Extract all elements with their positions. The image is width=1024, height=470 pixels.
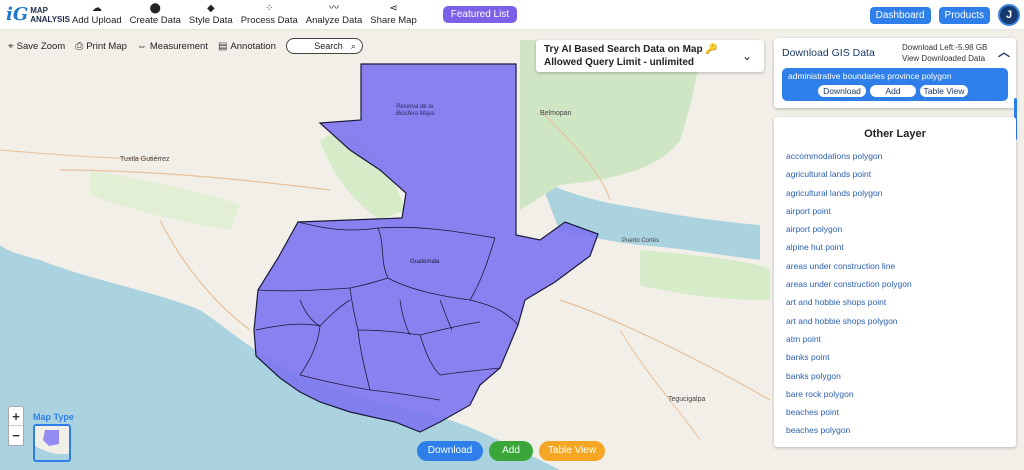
map-pin-icon: ⬤: [149, 3, 161, 14]
map-label-reserva: Reserva de la Biosfera Maya: [396, 104, 435, 117]
logo-mark: iG: [6, 3, 29, 25]
other-layer-list: accommodations polygon agricultural lands…: [774, 147, 1016, 440]
layer-list-item[interactable]: areas under construction polygon: [774, 275, 1016, 293]
top-navbar: iG MAP ANALYSIS ☁ Add Upload ⬤ Create Da…: [0, 0, 1024, 30]
layer-list-item[interactable]: accommodations polygon: [774, 147, 1016, 165]
chevron-up-icon[interactable]: ︿: [998, 43, 1010, 60]
layer-list-item[interactable]: atm point: [774, 330, 1016, 348]
ruler-icon: ⇔: [136, 40, 147, 52]
nav-label: Add Upload: [72, 15, 122, 26]
logo-line1: MAP: [30, 5, 48, 15]
ai-search-box[interactable]: Try AI Based Search Data on Map 🔑 Allowe…: [536, 40, 764, 72]
bottom-add-button[interactable]: Add: [489, 441, 533, 461]
layer-list-item[interactable]: art and hobbie shops point: [774, 293, 1016, 311]
nav-style-data[interactable]: ◆ Style Data: [185, 0, 237, 30]
nav-label: Style Data: [188, 15, 233, 26]
layer-list-item[interactable]: areas under construction line: [774, 257, 1016, 275]
save-zoom-button[interactable]: ⌖ Save Zoom: [8, 41, 65, 52]
logo-line2: ANALYSIS: [30, 14, 70, 24]
cloud-upload-icon: ☁: [91, 3, 102, 14]
map-label-guatemala: Guatemala: [410, 259, 440, 265]
layer-list-item[interactable]: airport point: [774, 202, 1016, 220]
layer-list-item[interactable]: airport polygon: [774, 220, 1016, 238]
nav-add-upload[interactable]: ☁ Add Upload: [68, 0, 126, 30]
nav-label: Create Data: [129, 15, 181, 26]
layer-list-item[interactable]: agricultural lands point: [774, 165, 1016, 183]
ai-search-title: Try AI Based Search Data on Map 🔑: [544, 44, 718, 55]
other-layer-panel: Other Layer accommodations polygon agricu…: [774, 117, 1016, 447]
nav-label: Share Map: [370, 15, 417, 26]
crosshair-icon: ⌖: [8, 40, 14, 52]
layer-table-view-button[interactable]: Table View: [920, 85, 968, 97]
nav-label: Analyze Data: [305, 15, 363, 26]
other-layer-title: Other Layer: [864, 128, 926, 140]
view-downloaded-link[interactable]: View Downloaded Data: [902, 54, 985, 63]
layer-list-item[interactable]: beaches polygon: [774, 421, 1016, 439]
map-label-puerto-cortes: Puerto Cortés: [622, 238, 660, 244]
search-icon: ⌕: [350, 40, 356, 51]
paint-bucket-icon: ◆: [206, 3, 215, 14]
download-gis-panel: Download GIS Data Download Left:-5.98 GB…: [774, 38, 1016, 108]
nav-process-data[interactable]: ⁘ Process Data: [237, 0, 302, 30]
share-icon: ⋖: [389, 3, 398, 14]
layer-list-item[interactable]: agricultural lands polygon: [774, 184, 1016, 202]
map-label-belmopan: Belmopan: [540, 110, 572, 117]
zoom-out-button[interactable]: −: [9, 426, 23, 445]
bottom-download-button[interactable]: Download: [417, 441, 483, 461]
chart-line-icon: 〰: [329, 3, 339, 14]
print-map-button[interactable]: ⎙ Print Map: [75, 41, 127, 52]
layer-list-item[interactable]: art and hobbie shops polygon: [774, 312, 1016, 330]
chevron-down-icon[interactable]: ⌄: [742, 49, 752, 63]
layer-list-item[interactable]: banks polygon: [774, 367, 1016, 385]
zoom-control: + −: [8, 406, 24, 446]
process-icon: ⁘: [265, 3, 274, 14]
dashboard-button[interactable]: Dashboard: [869, 6, 931, 24]
download-left: Download Left:-5.98 GB: [902, 43, 988, 52]
nav-share-map[interactable]: ⋖ Share Map: [366, 0, 420, 30]
selected-layer-card: administrative boundaries province polyg…: [782, 68, 1008, 101]
map-type-preview: [35, 426, 69, 454]
avatar[interactable]: J: [998, 4, 1020, 26]
measurement-button[interactable]: ⇔ Measurement: [137, 41, 208, 52]
printer-icon: ⎙: [75, 40, 84, 52]
zoom-in-button[interactable]: +: [9, 407, 23, 426]
nav-create-data[interactable]: ⬤ Create Data: [126, 0, 185, 30]
layer-list-item[interactable]: alpine hut point: [774, 238, 1016, 256]
app-logo[interactable]: iG MAP ANALYSIS: [6, 3, 70, 25]
map-toolbar: ⌖ Save Zoom ⎙ Print Map ⇔ Measurement ▤ …: [8, 38, 363, 54]
selected-layer-name: administrative boundaries province polyg…: [788, 71, 952, 81]
layer-add-button[interactable]: Add: [870, 85, 916, 97]
map-type-label: Map Type: [33, 412, 74, 422]
map-type-thumbnail[interactable]: [33, 424, 71, 462]
layer-list-item[interactable]: bare rock polygon: [774, 385, 1016, 403]
nav-label: Process Data: [240, 15, 298, 26]
map-search-input[interactable]: Search ⌕: [285, 38, 363, 54]
map-label-tuxtla: Tuxtla Gutiérrez: [120, 156, 170, 163]
ai-query-limit: Allowed Query Limit - unlimited: [544, 57, 695, 68]
annotation-icon: ▤: [217, 40, 228, 52]
bottom-table-view-button[interactable]: Table View: [539, 441, 605, 461]
layer-download-button[interactable]: Download: [818, 85, 866, 97]
nav-analyze-data[interactable]: 〰 Analyze Data: [302, 0, 367, 30]
map-label-tegucigalpa: Tegucigalpa: [668, 396, 706, 403]
bottom-action-bar: Download Add Table View: [417, 441, 611, 461]
download-gis-title: Download GIS Data: [782, 47, 875, 59]
featured-list-button[interactable]: Featured List: [442, 6, 518, 23]
annotation-button[interactable]: ▤ Annotation: [218, 41, 276, 52]
layer-list-item[interactable]: banks point: [774, 348, 1016, 366]
products-button[interactable]: Products: [938, 6, 990, 24]
main-nav: ☁ Add Upload ⬤ Create Data ◆ Style Data …: [68, 0, 421, 30]
layer-list-item[interactable]: beaches point: [774, 403, 1016, 421]
